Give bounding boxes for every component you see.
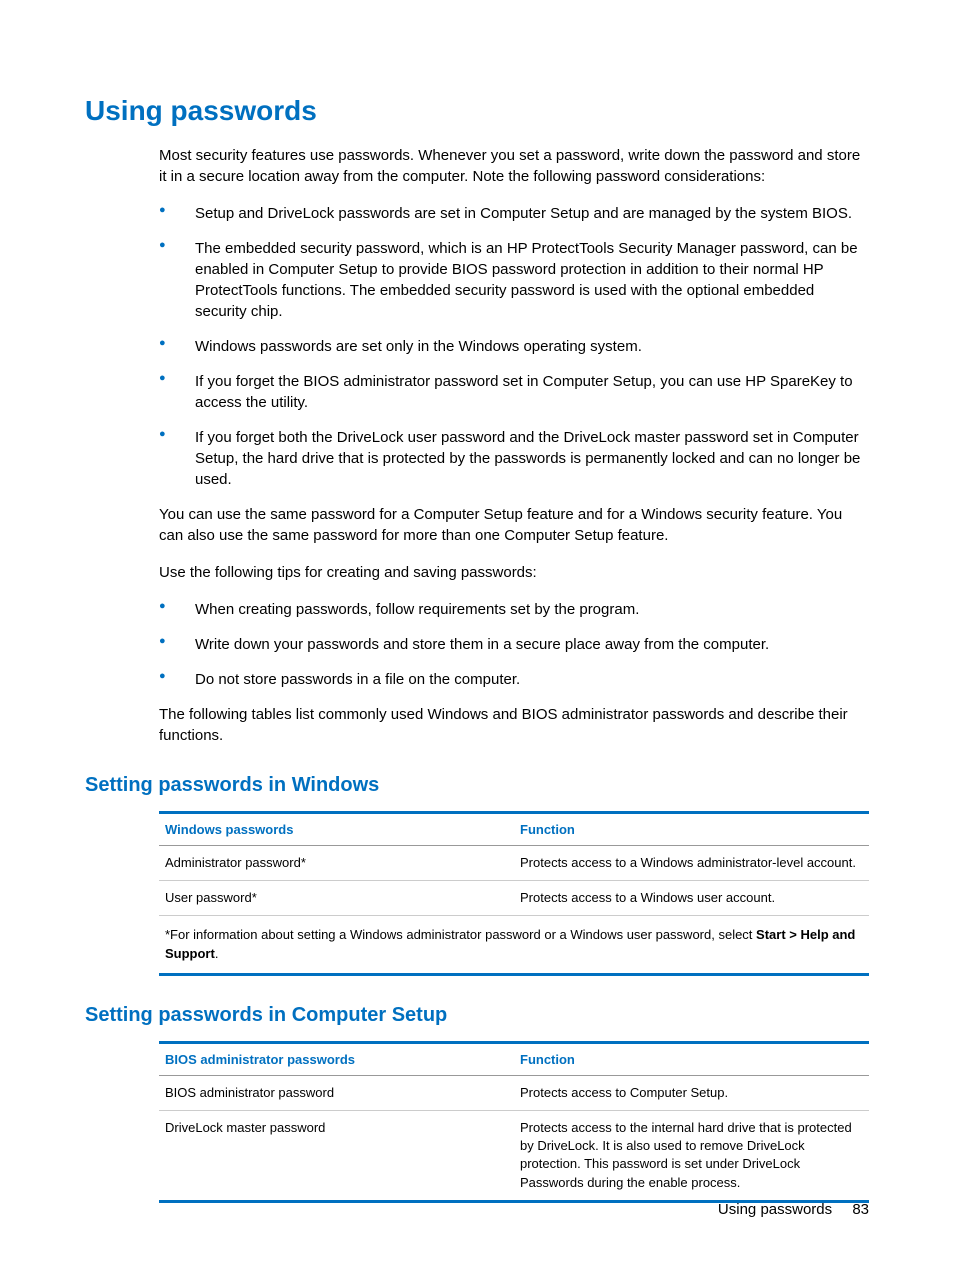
table-cell: BIOS administrator password — [159, 1075, 514, 1110]
list-item: Do not store passwords in a file on the … — [159, 669, 869, 690]
tips-list: When creating passwords, follow requirem… — [159, 599, 869, 690]
list-item: If you forget both the DriveLock user pa… — [159, 427, 869, 490]
list-item: Windows passwords are set only in the Wi… — [159, 336, 869, 357]
windows-passwords-table-wrap: Windows passwords Function Administrator… — [159, 811, 869, 976]
list-item: If you forget the BIOS administrator pas… — [159, 371, 869, 413]
table-cell: Protects access to Computer Setup. — [514, 1075, 869, 1110]
table-header: Function — [514, 1042, 869, 1075]
footnote-text: *For information about setting a Windows… — [165, 927, 756, 942]
list-item: Write down your passwords and store them… — [159, 634, 869, 655]
windows-passwords-table: Windows passwords Function Administrator… — [159, 811, 869, 976]
bios-passwords-table-wrap: BIOS administrator passwords Function BI… — [159, 1041, 869, 1203]
footnote-text: . — [215, 946, 219, 961]
section-heading-windows: Setting passwords in Windows — [85, 774, 869, 797]
body-paragraph: The following tables list commonly used … — [159, 704, 869, 746]
section-heading-computer-setup: Setting passwords in Computer Setup — [85, 1004, 869, 1027]
page-footer: Using passwords 83 — [718, 1201, 869, 1218]
table-cell: User password* — [159, 881, 514, 916]
table-cell: Protects access to a Windows user accoun… — [514, 881, 869, 916]
table-row: DriveLock master password Protects acces… — [159, 1110, 869, 1201]
page-title: Using passwords — [85, 95, 869, 127]
page-number: 83 — [852, 1201, 869, 1218]
table-cell: Protects access to a Windows administrat… — [514, 846, 869, 881]
table-row: BIOS administrator password Protects acc… — [159, 1075, 869, 1110]
list-item: Setup and DriveLock passwords are set in… — [159, 203, 869, 224]
table-header: Function — [514, 813, 869, 846]
considerations-list: Setup and DriveLock passwords are set in… — [159, 203, 869, 490]
table-footnote-row: *For information about setting a Windows… — [159, 916, 869, 974]
body-paragraph: Use the following tips for creating and … — [159, 562, 869, 583]
table-header: BIOS administrator passwords — [159, 1042, 514, 1075]
list-item: When creating passwords, follow requirem… — [159, 599, 869, 620]
list-item: The embedded security password, which is… — [159, 238, 869, 322]
footer-label: Using passwords — [718, 1201, 832, 1218]
table-header: Windows passwords — [159, 813, 514, 846]
body-paragraph: You can use the same password for a Comp… — [159, 504, 869, 546]
intro-paragraph: Most security features use passwords. Wh… — [159, 145, 869, 187]
bios-passwords-table: BIOS administrator passwords Function BI… — [159, 1041, 869, 1203]
table-row: Administrator password* Protects access … — [159, 846, 869, 881]
table-cell: Administrator password* — [159, 846, 514, 881]
table-cell: Protects access to the internal hard dri… — [514, 1110, 869, 1201]
table-footnote: *For information about setting a Windows… — [159, 916, 869, 974]
table-row: User password* Protects access to a Wind… — [159, 881, 869, 916]
table-cell: DriveLock master password — [159, 1110, 514, 1201]
